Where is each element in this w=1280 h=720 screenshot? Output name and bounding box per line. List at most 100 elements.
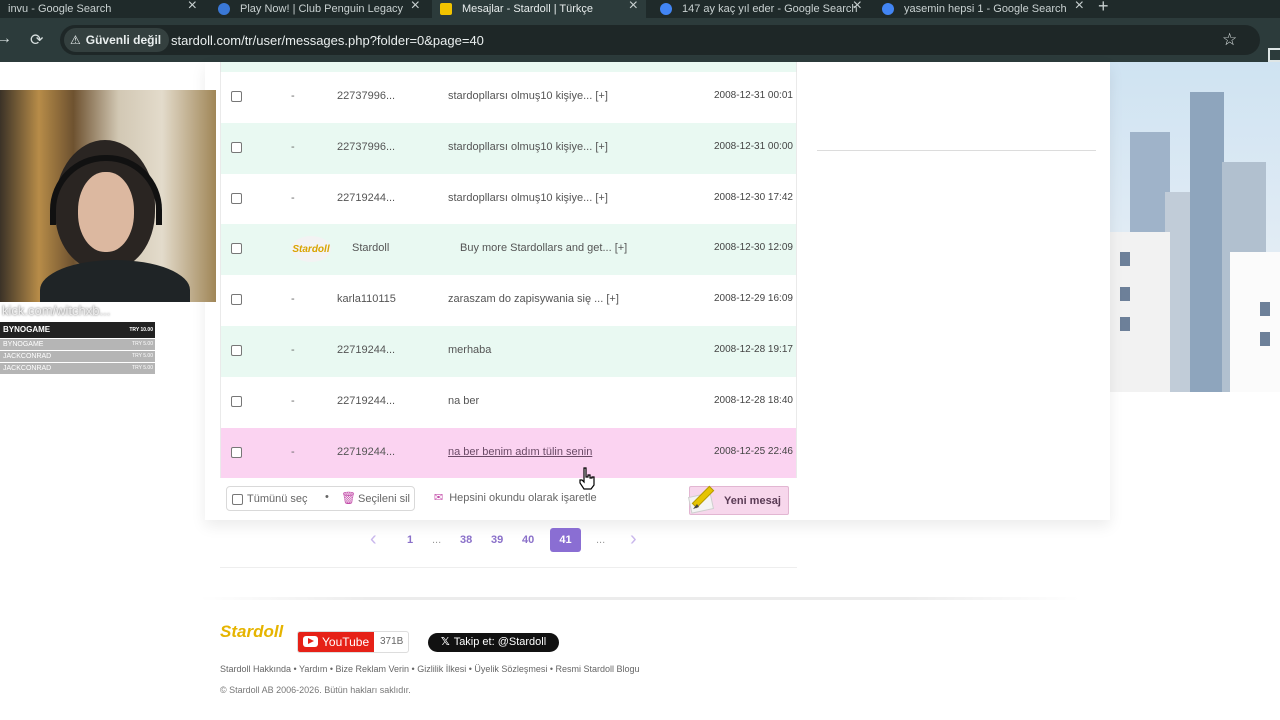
- side-panel-icon[interactable]: [1268, 48, 1280, 62]
- omnibox[interactable]: ⚠ Güvenli değil stardoll.com/tr/user/mes…: [60, 25, 1260, 55]
- new-message-label: Yeni mesaj: [724, 495, 781, 507]
- chevron-right-icon[interactable]: ›: [630, 528, 637, 551]
- delete-selected-button[interactable]: Seçileni sil: [358, 493, 410, 505]
- close-tab-icon[interactable]: ×: [629, 0, 638, 15]
- tab-club-penguin[interactable]: Play Now! | Club Penguin Legacy ×: [210, 0, 428, 18]
- no-avatar-placeholder: -: [291, 394, 295, 407]
- page-link[interactable]: 39: [491, 534, 503, 546]
- message-sender[interactable]: 22719244...: [337, 446, 395, 458]
- donation-header: BYNOGAME TRY 10.00: [0, 322, 155, 338]
- close-tab-icon[interactable]: ×: [188, 0, 197, 15]
- message-subject[interactable]: merhaba: [448, 344, 491, 356]
- new-message-button[interactable]: Yeni mesaj: [687, 485, 789, 515]
- footer-links[interactable]: Stardoll Hakkında • Yardım • Bize Reklam…: [220, 664, 640, 674]
- tab-title: invu - Google Search: [8, 3, 112, 15]
- message-sender[interactable]: 22737996...: [337, 90, 395, 102]
- no-avatar-placeholder: -: [291, 90, 295, 102]
- site-security-chip[interactable]: ⚠ Güvenli değil: [64, 28, 170, 52]
- table-row[interactable]: - 22719244... na ber 2008-12-28 18:40: [220, 376, 797, 428]
- messages-table: - 22737996... stardopllarsı olmuş10 kişi…: [220, 62, 797, 479]
- message-date: 2008-12-31 00:01: [714, 90, 793, 101]
- new-tab-icon[interactable]: +: [1098, 0, 1109, 17]
- page-ellipsis: ...: [432, 534, 442, 546]
- table-row[interactable]: - 22719244... na ber benim adım tülin se…: [220, 427, 797, 479]
- row-checkbox[interactable]: [231, 243, 242, 255]
- message-subject[interactable]: Buy more Stardollars and get... [+]: [460, 242, 627, 254]
- tab-google-search[interactable]: invu - Google Search ×: [0, 0, 205, 18]
- tab-title: Mesajlar - Stardoll | Türkçe: [462, 3, 594, 15]
- reload-icon[interactable]: ⟳: [30, 30, 43, 50]
- table-row[interactable]: - 22719244... stardopllarsı olmuş10 kişi…: [220, 173, 797, 225]
- page-ellipsis: ...: [596, 534, 606, 546]
- message-sender[interactable]: 22719244...: [337, 192, 395, 204]
- close-tab-icon[interactable]: ×: [411, 0, 420, 15]
- youtube-count: 371B: [380, 636, 404, 647]
- row-checkbox[interactable]: [231, 294, 242, 306]
- mark-all-read-button[interactable]: ✉ Hepsini okundu olarak işaretle: [434, 491, 597, 504]
- tab-title: Play Now! | Club Penguin Legacy: [240, 3, 404, 15]
- envelope-icon: ✉: [434, 492, 444, 504]
- message-subject[interactable]: stardopllarsı olmuş10 kişiye... [+]: [448, 90, 608, 102]
- message-sender[interactable]: 22737996...: [337, 141, 395, 153]
- tab-title: yasemin hepsi 1 - Google Search: [904, 3, 1067, 15]
- donation-line: BYNOGAME TRY 5.00: [0, 339, 155, 350]
- message-sender[interactable]: karla110115: [337, 293, 396, 305]
- tab-stardoll-messages[interactable]: Mesajlar - Stardoll | Türkçe ×: [432, 0, 646, 18]
- twitter-follow-button[interactable]: 𝕏 Takip et: @Stardoll: [428, 633, 559, 652]
- footer: Stardoll YouTube 371B 𝕏 Takip et: @Stardo…: [220, 622, 820, 702]
- google-favicon-icon: [882, 3, 894, 15]
- message-sender[interactable]: Stardoll: [352, 242, 389, 254]
- table-row[interactable]: - 22737996... stardopllarsı olmuş10 kişi…: [220, 72, 797, 123]
- close-tab-icon[interactable]: ×: [1075, 0, 1084, 15]
- row-checkbox[interactable]: [231, 344, 242, 356]
- page-link[interactable]: 38: [460, 534, 472, 546]
- message-subject[interactable]: na ber: [448, 395, 479, 407]
- back-icon[interactable]: →: [0, 30, 12, 48]
- row-checkbox[interactable]: [231, 91, 242, 102]
- avatar-logo-text: Stardoll: [292, 243, 330, 255]
- table-row[interactable]: Stardoll Stardoll Buy more Stardollars a…: [220, 224, 797, 276]
- youtube-play-icon: [303, 636, 318, 647]
- no-avatar-placeholder: -: [291, 140, 295, 153]
- message-actions-bar: Tümünü seç • 🗑 Seçileni sil ✉ Hepsini oku…: [226, 485, 789, 515]
- stardoll-avatar[interactable]: Stardoll: [291, 236, 331, 263]
- bulk-select-box: Tümünü seç • 🗑 Seçileni sil: [226, 486, 415, 511]
- page-link[interactable]: 40: [522, 534, 534, 546]
- message-subject[interactable]: zaraszam do zapisywania się ... [+]: [448, 293, 619, 305]
- message-date: 2008-12-28 18:40: [714, 394, 793, 406]
- message-sender[interactable]: 22719244...: [337, 344, 395, 356]
- address-bar: → ⟳ ⚠ Güvenli değil stardoll.com/tr/user…: [0, 18, 1280, 62]
- table-row[interactable]: - 22719244... merhaba 2008-12-28 19:17: [220, 325, 797, 377]
- message-date: 2008-12-29 16:09: [714, 293, 793, 305]
- row-checkbox[interactable]: [231, 446, 242, 458]
- row-checkbox[interactable]: [231, 141, 242, 153]
- footer-stardoll-logo[interactable]: Stardoll: [220, 622, 283, 642]
- message-subject[interactable]: stardopllarsı olmuş10 kişiye... [+]: [448, 141, 608, 153]
- page-link[interactable]: 1: [407, 534, 413, 546]
- chevron-left-icon[interactable]: ‹: [370, 528, 377, 551]
- message-date: 2008-12-31 00:00: [714, 140, 793, 152]
- message-date: 2008-12-30 17:42: [714, 191, 793, 203]
- no-avatar-placeholder: -: [291, 343, 295, 356]
- youtube-subscribe-button[interactable]: YouTube 371B: [297, 631, 409, 653]
- right-panel-divider: [817, 150, 1096, 151]
- bookmark-star-icon[interactable]: ☆: [1222, 30, 1237, 50]
- message-subject[interactable]: na ber benim adım tülin senin: [448, 446, 592, 458]
- url-text[interactable]: stardoll.com/tr/user/messages.php?folder…: [171, 33, 484, 48]
- hand-cursor-icon: [579, 467, 595, 490]
- tab-google-search-3[interactable]: yasemin hepsi 1 - Google Search ×: [874, 0, 1092, 18]
- row-checkbox[interactable]: [231, 192, 242, 204]
- table-row[interactable]: - karla110115 zaraszam do zapisywania si…: [220, 275, 797, 326]
- close-tab-icon[interactable]: ×: [853, 0, 862, 15]
- tab-google-search-2[interactable]: 147 ay kaç yıl eder - Google Search ×: [652, 0, 870, 18]
- trash-icon[interactable]: 🗑: [341, 491, 356, 505]
- no-avatar-placeholder: -: [291, 191, 295, 204]
- message-subject[interactable]: stardopllarsı olmuş10 kişiye... [+]: [448, 192, 608, 204]
- table-row[interactable]: - 22737996... stardopllarsı olmuş10 kişi…: [220, 122, 797, 174]
- select-all-checkbox[interactable]: [232, 494, 243, 505]
- youtube-label: YouTube: [322, 635, 370, 649]
- copyright: © Stardoll AB 2006-2026. Bütün hakları s…: [220, 685, 411, 695]
- message-sender[interactable]: 22719244...: [337, 395, 395, 407]
- select-all-label[interactable]: Tümünü seç: [247, 493, 308, 505]
- row-checkbox[interactable]: [231, 395, 242, 407]
